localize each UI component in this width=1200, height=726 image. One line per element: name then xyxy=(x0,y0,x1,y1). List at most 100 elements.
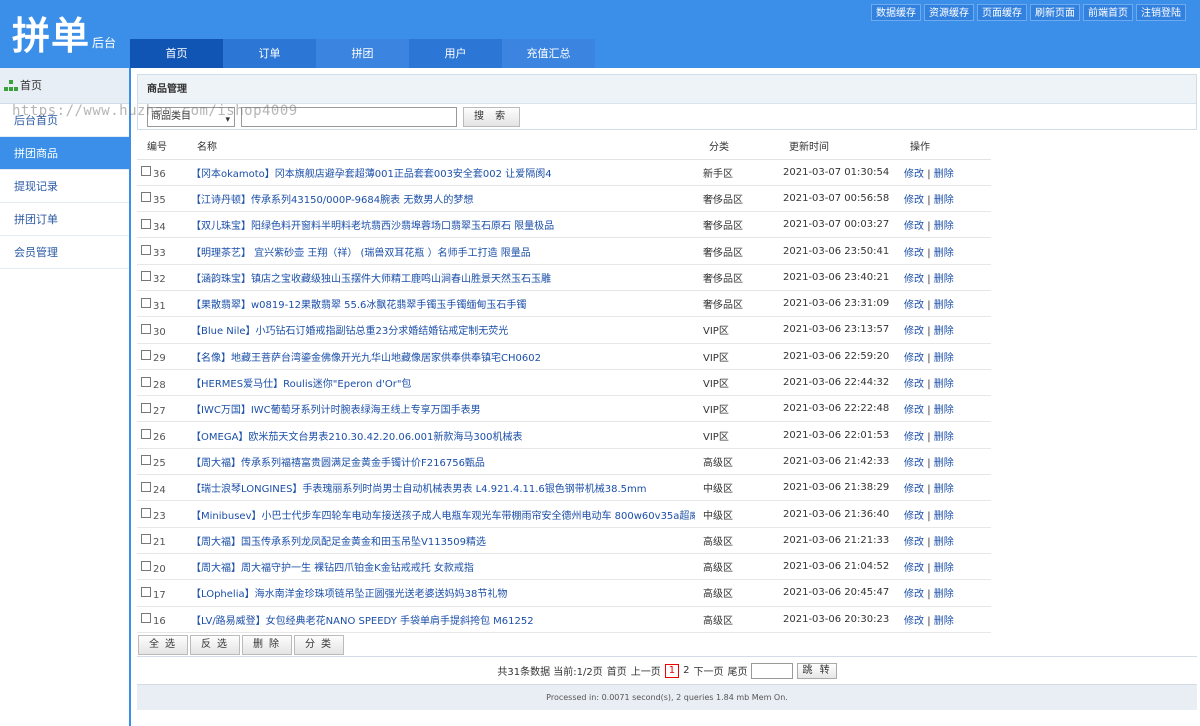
sidebar-item-dashboard[interactable]: 后台首页 xyxy=(0,104,129,137)
delete-link[interactable]: 删除 xyxy=(934,563,954,574)
category-select[interactable]: 商品类目 ▾ xyxy=(147,106,235,127)
row-checkbox[interactable] xyxy=(141,376,151,387)
delete-link[interactable]: 删除 xyxy=(934,616,954,627)
edit-link[interactable]: 修改 xyxy=(904,537,924,548)
delete-link[interactable]: 删除 xyxy=(934,537,954,548)
edit-link[interactable]: 修改 xyxy=(904,563,924,574)
edit-link[interactable]: 修改 xyxy=(904,169,924,180)
edit-link[interactable]: 修改 xyxy=(904,274,924,285)
row-checkbox[interactable] xyxy=(141,508,151,518)
row-name-link[interactable]: 【江诗丹顿】传承系列43150/000P-9684腕表 无数男人的梦想 xyxy=(191,191,473,206)
search-input[interactable] xyxy=(241,106,457,127)
page-jump-button[interactable]: 跳 转 xyxy=(797,662,837,679)
row-checkbox[interactable] xyxy=(141,613,151,624)
edit-link[interactable]: 修改 xyxy=(904,405,924,416)
row-name-link[interactable]: 【LV/路易威登】女包经典老花NANO SPEEDY 手袋单肩手提斜挎包 M61… xyxy=(191,612,534,627)
sidebar-item-group-orders[interactable]: 拼团订单 xyxy=(0,203,129,236)
delete-link[interactable]: 删除 xyxy=(934,458,954,469)
row-name-link[interactable]: 【周大福】传承系列福禧富贵圆满足金黄金手镯计价F216756甄品 xyxy=(191,454,485,469)
pager-page-1[interactable]: 1 xyxy=(664,663,680,678)
sidebar-item-members[interactable]: 会员管理 xyxy=(0,236,129,269)
row-name-link[interactable]: 【Minibusev】小巴士代步车四轮车电动车接送孩子成人电瓶车观光车带棚雨帘安… xyxy=(191,507,695,522)
delete-link[interactable]: 删除 xyxy=(934,169,954,180)
edit-link[interactable]: 修改 xyxy=(904,616,924,627)
row-name-link[interactable]: 【双儿珠宝】阳绿色料开窗料半明料老坑翡西沙翡埠蓉场口翡翠玉石原石 限量极品 xyxy=(191,217,554,232)
delete-link[interactable]: 删除 xyxy=(934,379,954,390)
edit-link[interactable]: 修改 xyxy=(904,432,924,443)
edit-link[interactable]: 修改 xyxy=(904,353,924,364)
delete-link[interactable]: 删除 xyxy=(934,248,954,259)
delete-link[interactable]: 删除 xyxy=(934,511,954,522)
row-name-link[interactable]: 【LOphelia】海水南洋金珍珠项链吊坠正圆强光送老婆送妈妈38节礼物 xyxy=(191,585,507,600)
edit-link[interactable]: 修改 xyxy=(904,195,924,206)
refresh-page-button[interactable]: 刷新页面 xyxy=(1030,4,1080,21)
row-name-link[interactable]: 【果散翡翠】w0819-12果散翡翠 55.6冰飘花翡翠手镯玉手镯缅甸玉石手镯 xyxy=(191,296,526,311)
row-name-link[interactable]: 【OMEGA】欧米茄天文台男表210.30.42.20.06.001新款海马30… xyxy=(191,428,522,443)
sidebar-item-group-products[interactable]: 拼团商品 xyxy=(0,137,129,170)
edit-link[interactable]: 修改 xyxy=(904,511,924,522)
row-checkbox[interactable] xyxy=(141,429,151,440)
row-name-link[interactable]: 【涵韵珠宝】镇店之宝收藏级独山玉摆件大师精工鹿鸣山涧春山胜景天然玉石玉雕 xyxy=(191,270,551,285)
frontend-home-button[interactable]: 前端首页 xyxy=(1083,4,1133,21)
pager-last[interactable]: 尾页 xyxy=(727,663,747,678)
row-checkbox[interactable] xyxy=(141,166,151,177)
row-checkbox[interactable] xyxy=(141,297,151,308)
row-checkbox[interactable] xyxy=(141,481,151,492)
delete-link[interactable]: 删除 xyxy=(934,221,954,232)
nav-group[interactable]: 拼团 xyxy=(316,39,409,68)
row-name-link[interactable]: 【IWC万国】IWC葡萄牙系列计时腕表绿海王线上专享万国手表男 xyxy=(191,401,481,416)
delete-link[interactable]: 删除 xyxy=(934,195,954,206)
row-checkbox[interactable] xyxy=(141,192,151,203)
search-button[interactable]: 搜 索 xyxy=(463,106,521,127)
row-name-link[interactable]: 【明理茶艺】 宜兴紫砂壶 王翔（祥） (瑞兽双耳花瓶 ）名师手工打造 限量品 xyxy=(191,244,531,259)
invert-select-button[interactable]: 反选 xyxy=(190,635,240,655)
edit-link[interactable]: 修改 xyxy=(904,589,924,600)
edit-link[interactable]: 修改 xyxy=(904,379,924,390)
edit-link[interactable]: 修改 xyxy=(904,300,924,311)
edit-link[interactable]: 修改 xyxy=(904,221,924,232)
delete-link[interactable]: 删除 xyxy=(934,589,954,600)
nav-orders[interactable]: 订单 xyxy=(223,39,316,68)
row-name-link[interactable]: 【HERMES爱马仕】Roulis迷你"Eperon d'Or"包 xyxy=(191,375,411,390)
row-checkbox[interactable] xyxy=(141,560,151,571)
row-checkbox[interactable] xyxy=(141,586,151,597)
row-checkbox[interactable] xyxy=(141,350,151,361)
row-checkbox[interactable] xyxy=(141,402,151,413)
select-all-button[interactable]: 全选 xyxy=(138,635,188,655)
row-checkbox[interactable] xyxy=(141,534,151,545)
row-name-link[interactable]: 【周大福】周大福守护一生 裸钻四爪铂金K金钻戒戒托 女款戒指 xyxy=(191,559,474,574)
row-checkbox[interactable] xyxy=(141,218,151,229)
sidebar-item-withdrawals[interactable]: 提现记录 xyxy=(0,170,129,203)
edit-link[interactable]: 修改 xyxy=(904,326,924,337)
row-checkbox[interactable] xyxy=(141,245,151,256)
row-checkbox[interactable] xyxy=(141,271,151,282)
pager-first[interactable]: 首页 xyxy=(607,663,627,678)
delete-link[interactable]: 删除 xyxy=(934,274,954,285)
row-name-link[interactable]: 【Blue Nile】小巧钻石订婚戒指副钻总重23分求婚结婚钻戒定制无荧光 xyxy=(191,322,508,337)
pager-page-2[interactable]: 2 xyxy=(683,665,689,676)
edit-link[interactable]: 修改 xyxy=(904,248,924,259)
delete-link[interactable]: 删除 xyxy=(934,484,954,495)
row-name-link[interactable]: 【名像】地藏王菩萨台湾鎏金佛像开光九华山地藏像居家供奉供奉镇宅CH0602 xyxy=(191,349,541,364)
row-name-link[interactable]: 【冈本okamoto】冈本旗舰店避孕套超薄001正品套套003安全套002 让爱… xyxy=(191,165,552,180)
row-name-link[interactable]: 【周大福】国玉传承系列龙凤配足金黄金和田玉吊坠V113509精选 xyxy=(191,533,486,548)
row-name-link[interactable]: 【瑞士浪琴LONGINES】手表瑰丽系列时尚男士自动机械表男表 L4.921.4… xyxy=(191,480,647,495)
data-cache-button[interactable]: 数据缓存 xyxy=(871,4,921,21)
page-cache-button[interactable]: 页面缓存 xyxy=(977,4,1027,21)
categorize-button[interactable]: 分类 xyxy=(294,635,344,655)
nav-home[interactable]: 首页 xyxy=(130,39,223,68)
pager-next[interactable]: 下一页 xyxy=(693,663,723,678)
delete-link[interactable]: 删除 xyxy=(934,326,954,337)
delete-button[interactable]: 删除 xyxy=(242,635,292,655)
delete-link[interactable]: 删除 xyxy=(934,405,954,416)
edit-link[interactable]: 修改 xyxy=(904,484,924,495)
nav-users[interactable]: 用户 xyxy=(409,39,502,68)
page-jump-input[interactable] xyxy=(751,662,794,679)
nav-recharge[interactable]: 充值汇总 xyxy=(502,39,595,68)
row-checkbox[interactable] xyxy=(141,323,151,334)
pager-prev[interactable]: 上一页 xyxy=(631,663,661,678)
delete-link[interactable]: 删除 xyxy=(934,432,954,443)
edit-link[interactable]: 修改 xyxy=(904,458,924,469)
delete-link[interactable]: 删除 xyxy=(934,353,954,364)
resource-cache-button[interactable]: 资源缓存 xyxy=(924,4,974,21)
